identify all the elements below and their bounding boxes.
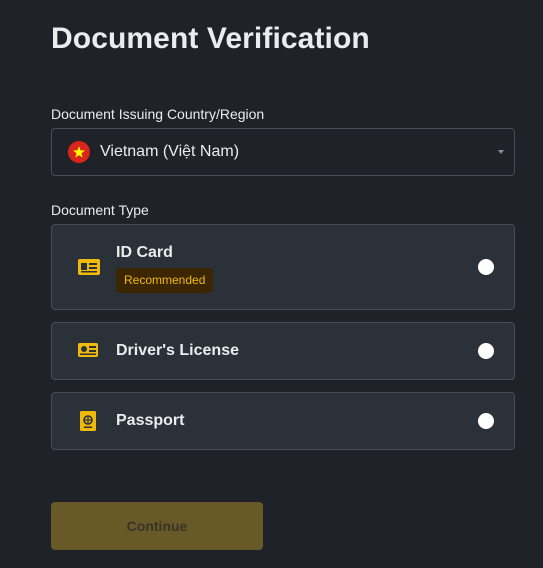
option-id-card-radio[interactable] <box>478 259 494 275</box>
option-drivers-license[interactable]: Driver's License <box>51 322 515 380</box>
recommended-badge: Recommended <box>116 268 214 293</box>
country-select-value: Vietnam (Việt Nam) <box>100 143 240 160</box>
option-passport-label: Passport <box>116 412 185 429</box>
id-card-icon <box>78 259 100 275</box>
option-id-card[interactable]: ID Card Recommended <box>51 224 515 310</box>
continue-button[interactable]: Continue <box>51 502 263 550</box>
document-verification-page: Document Verification Document Issuing C… <box>0 0 543 568</box>
chevron-down-icon <box>498 150 504 154</box>
option-passport-radio[interactable] <box>478 413 494 429</box>
page-title: Document Verification <box>51 22 370 55</box>
country-select[interactable]: Vietnam (Việt Nam) <box>51 128 515 176</box>
option-passport[interactable]: Passport <box>51 392 515 450</box>
passport-icon <box>80 411 96 431</box>
option-id-card-label: ID Card <box>116 244 173 261</box>
vietnam-flag-icon <box>68 141 90 163</box>
option-drivers-license-label: Driver's License <box>116 342 239 359</box>
document-type-label: Document Type <box>51 202 149 218</box>
drivers-license-icon <box>78 343 98 357</box>
country-field-label: Document Issuing Country/Region <box>51 106 265 122</box>
option-drivers-license-radio[interactable] <box>478 343 494 359</box>
